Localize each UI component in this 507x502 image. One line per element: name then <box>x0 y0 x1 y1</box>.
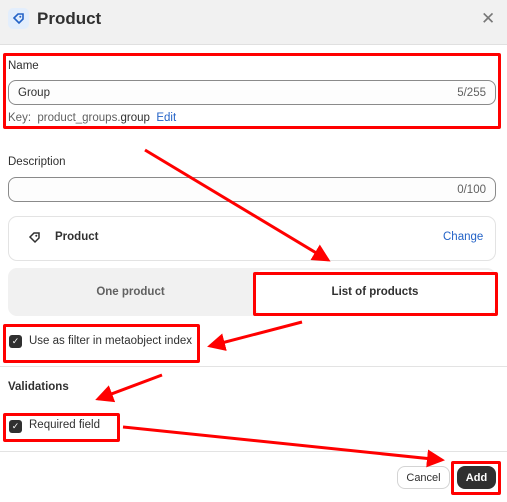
close-icon[interactable]: ✕ <box>481 9 495 29</box>
product-tag-icon <box>8 8 29 29</box>
footer-divider <box>0 451 507 452</box>
annotation-box-name <box>3 53 501 129</box>
annotation-box-filter <box>3 324 200 363</box>
description-input[interactable]: 0/100 <box>8 177 496 202</box>
annotation-arrow <box>95 373 163 403</box>
option-one-product[interactable]: One product <box>8 268 253 316</box>
validations-heading: Validations <box>8 381 69 393</box>
annotation-box-list <box>253 272 498 316</box>
description-char-count: 0/100 <box>457 183 486 196</box>
cancel-button[interactable]: Cancel <box>397 466 450 489</box>
annotation-arrow <box>122 425 445 468</box>
annotation-box-add <box>451 461 501 495</box>
product-tag-icon <box>28 231 41 247</box>
divider <box>0 366 507 367</box>
description-label: Description <box>8 156 66 168</box>
modal-title: Product <box>37 9 102 28</box>
annotation-arrow <box>207 320 303 351</box>
change-button[interactable]: Change <box>443 231 483 243</box>
reference-type-label: Product <box>55 231 99 243</box>
annotation-box-required <box>3 413 120 442</box>
